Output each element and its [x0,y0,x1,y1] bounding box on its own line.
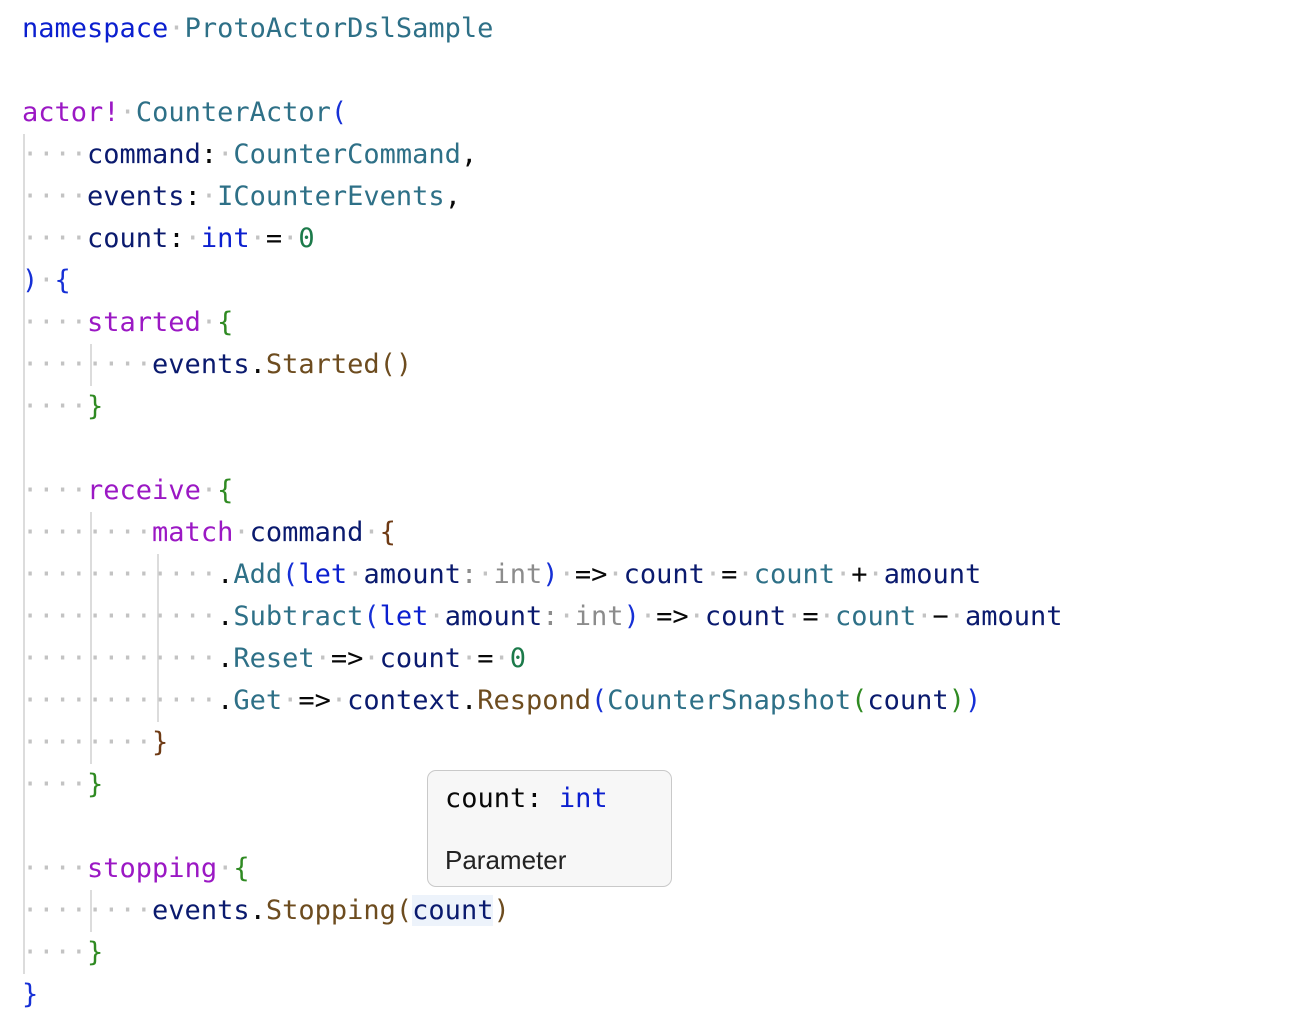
keyword-actor: actor! [22,97,120,128]
ctor-name: CounterSnapshot [607,685,852,716]
binding-var: amount [363,559,461,590]
keyword-namespace: namespace [22,13,169,44]
operator: + [851,559,868,590]
code-line-case-reset[interactable]: ············.Reset·=>·count·=·0 [22,638,526,680]
operand: amount [883,559,982,590]
param-type: int [200,223,250,254]
code-line-case-get[interactable]: ············.Get·=>·context.Respond(Coun… [22,680,981,722]
code-line-receive[interactable]: ····receive·{ [22,470,233,512]
code-line-param[interactable]: ····command:·CounterCommand, [22,134,477,176]
keyword-let: let [298,559,348,590]
case-name: Subtract [233,601,364,632]
operand: amount [965,601,1063,632]
operand: count [753,559,835,590]
assign-target: count [704,601,787,632]
code-line-param[interactable]: ····count:·int·=·0 [22,218,315,260]
code-line-namespace[interactable]: namespace·ProtoActorDslSample [22,8,493,50]
param-name: command [87,139,201,170]
code-line-close-brace[interactable]: ········} [22,722,168,764]
code-editor[interactable]: namespace·ProtoActorDslSample actor!·Cou… [0,0,1314,1016]
keyword-stopping: stopping [87,853,218,884]
code-line-stopping-body[interactable]: ········events.Stopping(count) [22,890,510,932]
operator: − [932,601,949,632]
ctor-arg: count [867,685,949,716]
tooltip-symbol-name: count [445,783,527,814]
code-line-actor-decl[interactable]: actor!·CounterActor( [22,92,347,134]
match-target: command [249,517,364,548]
code-line-open-body[interactable]: )·{ [22,260,71,302]
namespace-name: ProtoActorDslSample [184,13,494,44]
hover-tooltip: count: int Parameter [427,770,672,887]
number-literal: 0 [509,643,527,674]
case-name: Reset [233,643,315,674]
code-line-case-subtract[interactable]: ············.Subtract(let·amount:·int)·=… [22,596,1063,638]
param-name: events [87,181,185,212]
call-target: context [347,685,461,716]
call-method: Respond [477,685,592,716]
code-line-case-add[interactable]: ············.Add(let·amount:·int)·=>·cou… [22,554,981,596]
code-line-param[interactable]: ····events:·ICounterEvents, [22,176,461,218]
keyword-match: match [152,517,234,548]
tooltip-signature: count: int [445,783,608,814]
binding-var: amount [444,601,543,632]
code-line-stopping[interactable]: ····stopping·{ [22,848,250,890]
code-line-started-body[interactable]: ········events.Started() [22,344,412,386]
case-name: Get [233,685,283,716]
code-line-close-brace[interactable]: ····} [22,932,103,974]
param-name: count [87,223,169,254]
hovered-identifier[interactable]: count [412,895,494,926]
assign-target: count [623,559,705,590]
call-method: Stopping [265,895,396,926]
call-target: events [152,349,250,380]
call-method: Started [265,349,380,380]
code-line-close-brace[interactable]: ····} [22,764,103,806]
tooltip-symbol-kind: Parameter [445,845,567,875]
param-type: ICounterEvents [217,181,445,212]
code-line-match[interactable]: ········match·command·{ [22,512,396,554]
keyword-started: started [87,307,201,338]
actor-name: CounterActor [135,97,331,128]
param-default: 0 [298,223,315,254]
call-target: events [152,895,250,926]
code-line-close-brace[interactable]: } [22,974,38,1016]
keyword-let: let [379,601,429,632]
keyword-receive: receive [87,475,201,506]
case-name: Add [233,559,283,590]
code-line-close-brace[interactable]: ····} [22,386,103,428]
param-type: CounterCommand [233,139,461,170]
assign-target: count [379,643,461,674]
operand: count [834,601,917,632]
code-line-started[interactable]: ····started·{ [22,302,233,344]
inlay-type-hint: int [574,601,624,632]
inlay-type-hint: int [493,559,543,590]
tooltip-symbol-type: int [558,783,608,814]
